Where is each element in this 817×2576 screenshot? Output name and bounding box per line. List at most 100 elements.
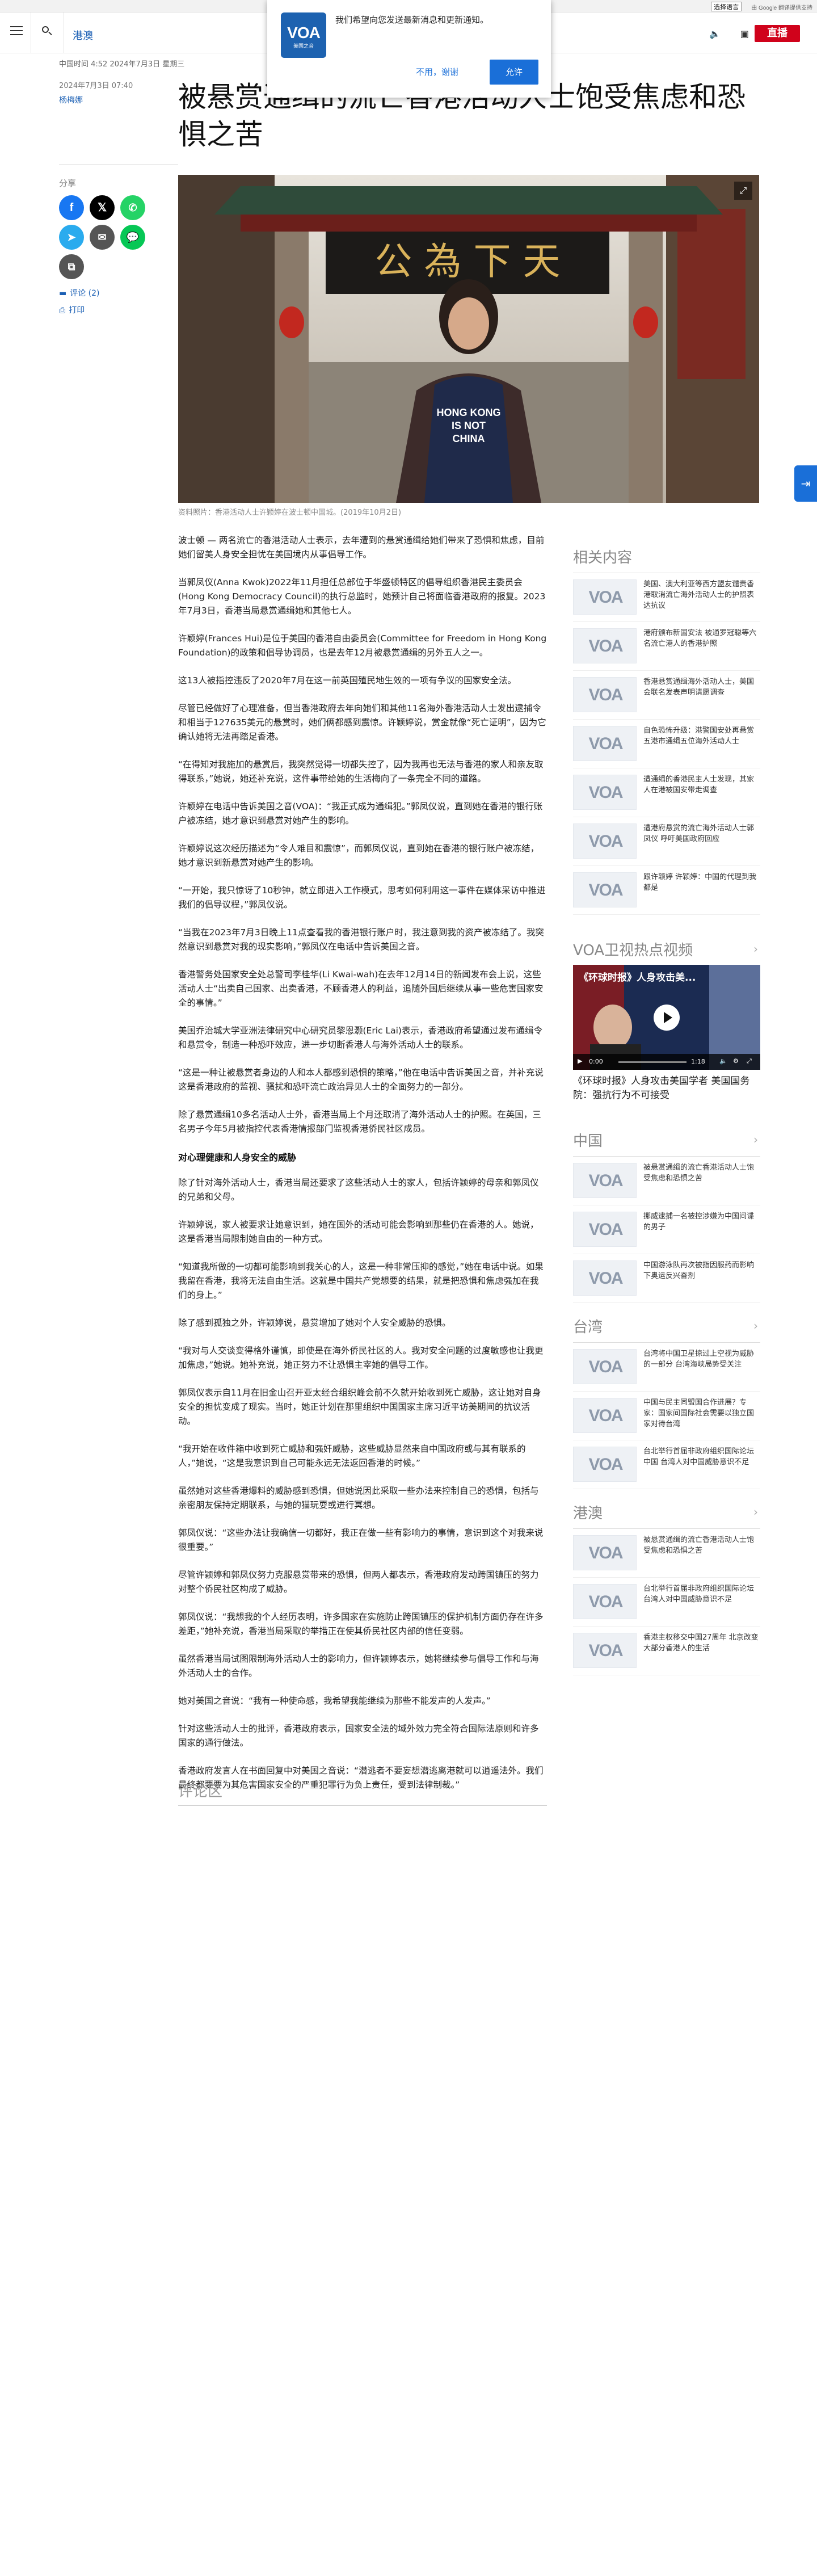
article-paragraph: “我对与人交谈变得格外谨慎，即使是在海外侨民社区的人。我对安全问题的过度敏感也让… xyxy=(178,1346,544,1370)
rail-list-item[interactable]: VOA 中国游泳队再次被指因服药而影响下奥运反兴奋剂 xyxy=(573,1254,760,1303)
rail-item-title[interactable]: 遭通缉的香港民主人士发现，其家人在港被国安带走调查 xyxy=(643,774,760,796)
voa-thumbnail: VOA xyxy=(573,823,637,859)
video-section-title[interactable]: VOA卫视热点视频 › xyxy=(573,939,760,966)
video-player[interactable]: 《环球时报》人身攻击美... ▶ 0:00 1:18 🔈 ⚙ ⤢ xyxy=(573,965,760,1070)
live-button[interactable]: 直播 xyxy=(755,25,800,42)
rail-list-item[interactable]: VOA 遭通缉的香港民主人士发现，其家人在港被国安带走调查 xyxy=(573,768,760,817)
video-progress-bar[interactable] xyxy=(618,1061,687,1063)
voa-thumbnail: VOA xyxy=(573,726,637,761)
hk-title[interactable]: 港澳 › xyxy=(573,1502,760,1529)
rail-list-item[interactable]: VOA 美国、澳大利亚等西方盟友谴责香港取消流亡海外活动人士的护照表达抗议 xyxy=(573,573,760,622)
author-link[interactable]: 杨梅娜 xyxy=(59,94,83,106)
x-twitter-icon[interactable]: 𝕏 xyxy=(90,195,115,220)
logo-text: VOA xyxy=(287,24,321,41)
rail-list-item[interactable]: VOA 台湾将中国卫星掠过上空视为威胁的一部分 台湾海峡局势受关注 xyxy=(573,1343,760,1392)
rail-list-item[interactable]: VOA 遭港府悬赏的流亡海外活动人士郭凤仪 呼吁美国政府回应 xyxy=(573,817,760,866)
floating-side-tab[interactable]: ⇥ xyxy=(794,465,817,502)
menu-icon[interactable] xyxy=(10,26,23,36)
rail-item-title[interactable]: 美国、澳大利亚等西方盟友谴责香港取消流亡海外活动人士的护照表达抗议 xyxy=(643,579,760,611)
voa-logo-mark: VOA xyxy=(588,1641,623,1660)
line-icon[interactable]: 💬 xyxy=(120,225,145,250)
video-title-overlay: 《环球时报》人身攻击美... xyxy=(579,972,696,984)
voa-logo-mark: VOA xyxy=(588,1406,623,1425)
hk-list: VOA 被悬赏通缉的流亡香港活动人士饱受焦虑和恐惧之苦 VOA 台北举行首届非政府组织… xyxy=(573,1529,760,1675)
voa-logo-mark: VOA xyxy=(588,1269,623,1288)
voa-thumbnail: VOA xyxy=(573,1535,637,1570)
article-paragraph: “知道我所做的一切都可能影响到我关心的人，这是一种非常压抑的感觉，”她在电话中说… xyxy=(178,1262,544,1300)
rail-item-title[interactable]: 香港悬赏通缉海外活动人士，美国会联名发表声明请愿调查 xyxy=(643,676,760,698)
settings-icon[interactable]: ⚙ xyxy=(733,1057,739,1065)
rail-list-item[interactable]: VOA 挪威逮捕一名被控涉嫌为中国间谍的男子 xyxy=(573,1205,760,1254)
tv-icon[interactable]: ▣ xyxy=(740,28,749,39)
volume-icon[interactable]: 🔈 xyxy=(719,1057,727,1065)
rail-list-item[interactable]: VOA 中国与民主同盟国合作进展？专家：国家间国际社会需要以独立国家对待台湾 xyxy=(573,1392,760,1440)
article-paragraph: “我开始在收件箱中收到死亡威胁和强奸威胁，这些威胁显然来自中国政府或与其有联系的… xyxy=(178,1444,526,1468)
chevron-right-icon: › xyxy=(753,1133,758,1146)
whatsapp-icon[interactable]: ✆ xyxy=(120,195,145,220)
email-icon[interactable]: ✉ xyxy=(90,225,115,250)
search-icon[interactable] xyxy=(41,25,54,39)
rail-item-title[interactable]: 台湾将中国卫星掠过上空视为威胁的一部分 台湾海峡局势受关注 xyxy=(643,1348,760,1370)
language-select[interactable]: 选择语言 xyxy=(711,2,742,11)
article-paragraph: “当我在2023年7月3日晚上11点查看我的香港银行账户时，我注意到我的资产被冻… xyxy=(178,927,544,952)
rail-item-title[interactable]: 挪威逮捕一名被控涉嫌为中国间谍的男子 xyxy=(643,1211,760,1233)
rail-item-title[interactable]: 香港主权移交中国27周年 北京改变大部分香港人的生活 xyxy=(643,1632,760,1654)
rail-item-title[interactable]: 自色恐怖升级：港警国安处再悬赏五港市通缉五位海外活动人士 xyxy=(643,725,760,747)
video-caption[interactable]: 《环球时报》人身攻击美国学者 美国国务院：强抗行为不可接受 xyxy=(573,1074,760,1103)
article-paragraph: 尽管许颖婷和郭凤仪努力克服悬赏带来的恐惧，但两人都表示，香港政府发动跨国镇压的努… xyxy=(178,1570,539,1594)
rail-list-item[interactable]: VOA 台北举行首届非政府组织国际论坛 台湾人对中国威胁意识不足 xyxy=(573,1578,760,1627)
rail-list-item[interactable]: VOA 香港悬赏通缉海外活动人士，美国会联名发表声明请愿调查 xyxy=(573,671,760,720)
expand-icon[interactable]: ⤢ xyxy=(734,182,752,200)
speaker-icon[interactable]: 🔈 xyxy=(709,28,721,39)
rail-item-title[interactable]: 台北举行首届非政府组织国际论坛 台湾人对中国威胁意识不足 xyxy=(643,1583,760,1605)
taiwan-list: VOA 台湾将中国卫星掠过上空视为威胁的一部分 台湾海峡局势受关注 VOA 中国与民主… xyxy=(573,1343,760,1489)
comments-link[interactable]: ▬ 评论 (2) xyxy=(59,287,100,299)
article-paragraph: “一开始，我只惊讶了10秒钟，就立即进入工作模式，思考如何利用这一事件在媒体采访… xyxy=(178,885,546,910)
video-current-time: 0:00 xyxy=(589,1058,603,1065)
allow-button[interactable]: 允许 xyxy=(490,60,538,85)
print-link[interactable]: ⎙ 打印 xyxy=(59,304,85,316)
rail-list-item[interactable]: VOA 港府颁布新国安法 被通罗冠聪等六名流亡港人的香港护照 xyxy=(573,622,760,671)
rail-list-item[interactable]: VOA 跟许颖婷 许颖婷：中国的代理到我都是 xyxy=(573,866,760,915)
article-paragraph: 许颖婷说这次经历描述为“令人难目和震惊”，而郭凤仪说，直到她在香港的银行账户被冻… xyxy=(178,843,540,868)
article-paragraph: 她对美国之音说：“我有一种使命感，我希望我能继续为那些不能发声的人发声。” xyxy=(178,1696,491,1706)
voa-thumbnail: VOA xyxy=(573,1447,637,1482)
chevron-right-icon: › xyxy=(753,1505,758,1519)
play-small-icon[interactable]: ▶ xyxy=(578,1057,582,1065)
rail-item-title[interactable]: 中国与民主同盟国合作进展？专家：国家间国际社会需要以独立国家对待台湾 xyxy=(643,1397,760,1430)
play-icon[interactable] xyxy=(654,1005,680,1031)
fullscreen-icon[interactable]: ⤢ xyxy=(747,1057,752,1065)
rail-list-item[interactable]: VOA 被悬赏通缉的流亡香港活动人士饱受焦虑和恐惧之苦 xyxy=(573,1157,760,1205)
china-section: 中国 › VOA 被悬赏通缉的流亡香港活动人士饱受焦虑和恐惧之苦 VOA 挪威逮捕一名被… xyxy=(573,1129,760,1303)
rail-list-item[interactable]: VOA 台北举行首届非政府组织国际论坛中国 台湾人对中国威胁意识不足 xyxy=(573,1440,760,1489)
facebook-icon[interactable]: f xyxy=(59,195,84,220)
section-link-hk[interactable]: 港澳 xyxy=(73,28,93,43)
voa-logo-mark: VOA xyxy=(588,832,623,851)
telegram-icon[interactable]: ➤ xyxy=(59,225,84,250)
rail-item-title[interactable]: 中国游泳队再次被指因服药而影响下奥运反兴奋剂 xyxy=(643,1260,760,1281)
rail-list-item[interactable]: VOA 自色恐怖升级：港警国安处再悬赏五港市通缉五位海外活动人士 xyxy=(573,720,760,768)
comments-title: 评论区 xyxy=(178,1783,223,1800)
article-paragraph: 尽管已经做好了心理准备，但当香港政府去年向她们和其他11名海外香港活动人士发出逮… xyxy=(178,703,546,742)
rail-item-title[interactable]: 港府颁布新国安法 被通罗冠聪等六名流亡港人的香港护照 xyxy=(643,628,760,649)
taiwan-title[interactable]: 台湾 › xyxy=(573,1316,760,1343)
rail-item-title[interactable]: 台北举行首届非政府组织国际论坛中国 台湾人对中国威胁意识不足 xyxy=(643,1446,760,1468)
article-paragraph: 许颖婷(Frances Hui)是位于美国的香港自由委员会(Committee … xyxy=(178,633,547,658)
rail-item-title[interactable]: 被悬赏通缉的流亡香港活动人士饱受焦虑和恐惧之苦 xyxy=(643,1162,760,1184)
voa-thumbnail: VOA xyxy=(573,1633,637,1668)
china-title[interactable]: 中国 › xyxy=(573,1129,760,1157)
related-title: 相关内容 xyxy=(573,546,760,573)
voa-logo-mark: VOA xyxy=(588,1592,623,1611)
gate-sign-text: 公 為 下 天 xyxy=(375,239,561,283)
rail-list-item[interactable]: VOA 被悬赏通缉的流亡香港活动人士饱受焦虑和恐惧之苦 xyxy=(573,1529,760,1578)
article-paragraph: 针对这些活动人士的批评，香港政府表示，国家安全法的域外效力完全符合国际法原则和许… xyxy=(178,1724,539,1748)
article-paragraph: 除了针对海外活动人士，香港当局还要求了这些活动人士的家人，包括许颖婷的母亲和郭凤… xyxy=(178,1178,539,1202)
rail-item-title[interactable]: 遭港府悬赏的流亡海外活动人士郭凤仪 呼吁美国政府回应 xyxy=(643,823,760,844)
rail-item-title[interactable]: 跟许颖婷 许颖婷：中国的代理到我都是 xyxy=(643,872,760,893)
rail-list-item[interactable]: VOA 香港主权移交中国27周年 北京改变大部分香港人的生活 xyxy=(573,1627,760,1675)
rail-item-title[interactable]: 被悬赏通缉的流亡香港活动人士饱受焦虑和恐惧之苦 xyxy=(643,1535,760,1556)
shirt-text-1: HONG KONG xyxy=(436,407,500,418)
voa-thumbnail: VOA xyxy=(573,1584,637,1619)
copy-link-icon[interactable]: ⧉ xyxy=(59,254,84,279)
deny-button[interactable]: 不用，谢谢 xyxy=(416,66,458,78)
